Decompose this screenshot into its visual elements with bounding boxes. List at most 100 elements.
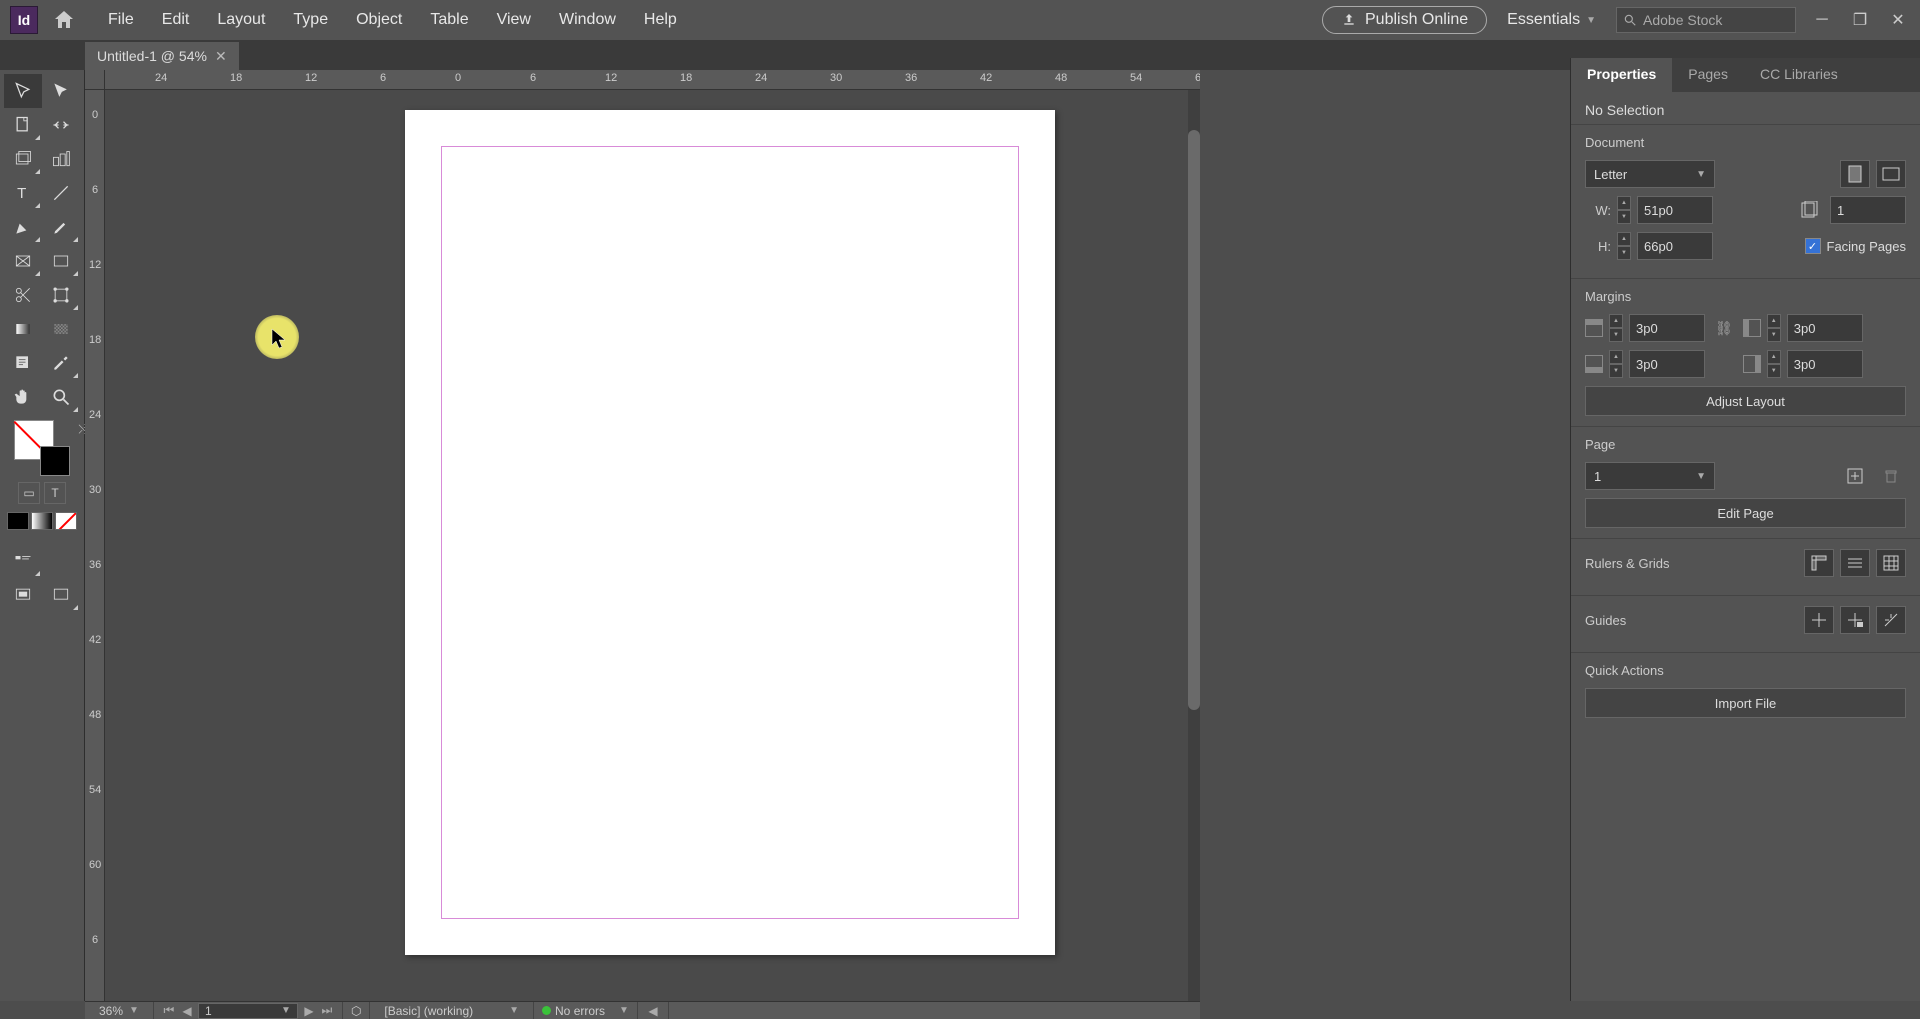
delete-page-button[interactable]: [1876, 462, 1906, 490]
baseline-grid-button[interactable]: [1840, 549, 1870, 577]
page-tool[interactable]: [4, 108, 42, 142]
menu-view[interactable]: View: [483, 11, 545, 29]
page-preset-select[interactable]: Letter▼: [1585, 160, 1715, 188]
margin-right-spinner[interactable]: ▲▼: [1767, 350, 1781, 378]
scissors-tool[interactable]: [4, 278, 42, 312]
ruler-tick: 36: [905, 72, 917, 84]
page-nav-select[interactable]: 1▼: [198, 1003, 298, 1019]
free-transform-tool[interactable]: [42, 278, 80, 312]
import-file-button[interactable]: Import File: [1585, 688, 1906, 718]
margin-right-input[interactable]: [1787, 350, 1863, 378]
stroke-swatch[interactable]: [40, 446, 70, 476]
window-minimize-button[interactable]: ─: [1810, 10, 1834, 30]
search-input[interactable]: Adobe Stock: [1616, 7, 1796, 33]
margin-bottom-input[interactable]: [1629, 350, 1705, 378]
ruler-vertical[interactable]: 0 6 12 18 24 30 36 42 48 54 60 6: [85, 90, 105, 1001]
page-number-select[interactable]: 1▼: [1585, 462, 1715, 490]
link-margins-icon[interactable]: ⛓: [1711, 320, 1737, 337]
content-placer-tool[interactable]: [42, 142, 80, 176]
orientation-portrait-button[interactable]: [1840, 160, 1870, 188]
pencil-tool[interactable]: [42, 210, 80, 244]
workspace-selector[interactable]: Essentials ▼: [1501, 11, 1602, 29]
margin-bottom-spinner[interactable]: ▲▼: [1609, 350, 1623, 378]
menu-type[interactable]: Type: [279, 11, 342, 29]
menu-help[interactable]: Help: [630, 11, 691, 29]
tab-pages[interactable]: Pages: [1672, 58, 1744, 92]
next-page-button[interactable]: ▶: [302, 1004, 316, 1018]
apply-none-button[interactable]: [55, 512, 77, 530]
selection-tool[interactable]: [4, 74, 42, 108]
window-restore-button[interactable]: ❐: [1848, 10, 1872, 30]
margin-left-input[interactable]: [1787, 314, 1863, 342]
apply-color-button[interactable]: [7, 512, 29, 530]
tab-close-icon[interactable]: ✕: [215, 48, 227, 65]
zoom-tool[interactable]: [42, 380, 80, 414]
apply-gradient-button[interactable]: [31, 512, 53, 530]
publish-online-button[interactable]: Publish Online: [1322, 6, 1487, 34]
preflight-preset-select[interactable]: [Basic] (working)▼: [378, 1004, 525, 1018]
rectangle-tool[interactable]: [42, 244, 80, 278]
margin-top-spinner[interactable]: ▲▼: [1609, 314, 1623, 342]
width-spinner[interactable]: ▲▼: [1617, 196, 1631, 224]
direct-selection-tool[interactable]: [42, 74, 80, 108]
gradient-swatch-tool[interactable]: [4, 312, 42, 346]
formatting-text-button[interactable]: T: [44, 482, 66, 504]
canvas-area[interactable]: 24 18 12 6 0 6 12 18 24 30 36 42 48 54 6…: [85, 70, 1200, 1001]
menu-layout[interactable]: Layout: [203, 11, 279, 29]
status-scroll-left[interactable]: ◀: [646, 1004, 660, 1018]
gap-tool[interactable]: [42, 108, 80, 142]
preview-mode-button[interactable]: [42, 578, 80, 612]
hand-tool[interactable]: [4, 380, 42, 414]
document-grid-button[interactable]: [1876, 549, 1906, 577]
first-page-button[interactable]: ⏮: [162, 1003, 176, 1018]
pages-input[interactable]: [1830, 196, 1906, 224]
smart-guides-button[interactable]: [1876, 606, 1906, 634]
add-page-button[interactable]: [1840, 462, 1870, 490]
view-options-tool[interactable]: [4, 544, 42, 578]
eyedropper-tool[interactable]: [42, 346, 80, 380]
scrollbar-thumb[interactable]: [1188, 130, 1200, 710]
content-collector-tool[interactable]: [4, 142, 42, 176]
zoom-select[interactable]: 36%▼: [93, 1004, 145, 1018]
show-guides-button[interactable]: [1804, 606, 1834, 634]
ruler-tick: 0: [455, 72, 461, 84]
facing-pages-checkbox[interactable]: ✓: [1805, 238, 1821, 254]
menu-table[interactable]: Table: [416, 11, 482, 29]
tab-cc-libraries[interactable]: CC Libraries: [1744, 58, 1854, 92]
prev-page-button[interactable]: ◀: [180, 1004, 194, 1018]
height-input[interactable]: [1637, 232, 1713, 260]
tab-properties[interactable]: Properties: [1571, 58, 1672, 92]
document-tab[interactable]: Untitled-1 @ 54% ✕: [85, 42, 239, 70]
menu-file[interactable]: File: [94, 11, 148, 29]
margin-top-input[interactable]: [1629, 314, 1705, 342]
type-tool[interactable]: T: [4, 176, 42, 210]
menu-object[interactable]: Object: [342, 11, 416, 29]
screen-mode-button[interactable]: [4, 578, 42, 612]
preflight-dropdown[interactable]: ▼: [619, 1005, 629, 1016]
adjust-layout-button[interactable]: Adjust Layout: [1585, 386, 1906, 416]
gradient-feather-tool[interactable]: [42, 312, 80, 346]
window-close-button[interactable]: ✕: [1886, 10, 1910, 30]
home-icon[interactable]: [52, 8, 76, 32]
orientation-landscape-button[interactable]: [1876, 160, 1906, 188]
line-tool[interactable]: [42, 176, 80, 210]
ruler-horizontal[interactable]: 24 18 12 6 0 6 12 18 24 30 36 42 48 54 6…: [105, 70, 1200, 90]
pen-tool[interactable]: [4, 210, 42, 244]
document-page[interactable]: [405, 110, 1055, 955]
menu-edit[interactable]: Edit: [148, 11, 204, 29]
open-indicator-icon[interactable]: ⬡: [351, 1004, 361, 1018]
height-spinner[interactable]: ▲▼: [1617, 232, 1631, 260]
last-page-button[interactable]: ⏭: [320, 1003, 334, 1018]
width-input[interactable]: [1637, 196, 1713, 224]
lock-guides-button[interactable]: [1840, 606, 1870, 634]
rectangle-frame-tool[interactable]: [4, 244, 42, 278]
ruler-origin[interactable]: [85, 70, 105, 90]
edit-page-button[interactable]: Edit Page: [1585, 498, 1906, 528]
rulers-toggle-button[interactable]: [1804, 549, 1834, 577]
fill-stroke-swatch[interactable]: ⤭: [14, 420, 70, 476]
menu-window[interactable]: Window: [545, 11, 630, 29]
canvas-scrollbar-vertical[interactable]: [1188, 90, 1200, 1001]
margin-left-spinner[interactable]: ▲▼: [1767, 314, 1781, 342]
formatting-container-button[interactable]: ▭: [18, 482, 40, 504]
note-tool[interactable]: [4, 346, 42, 380]
